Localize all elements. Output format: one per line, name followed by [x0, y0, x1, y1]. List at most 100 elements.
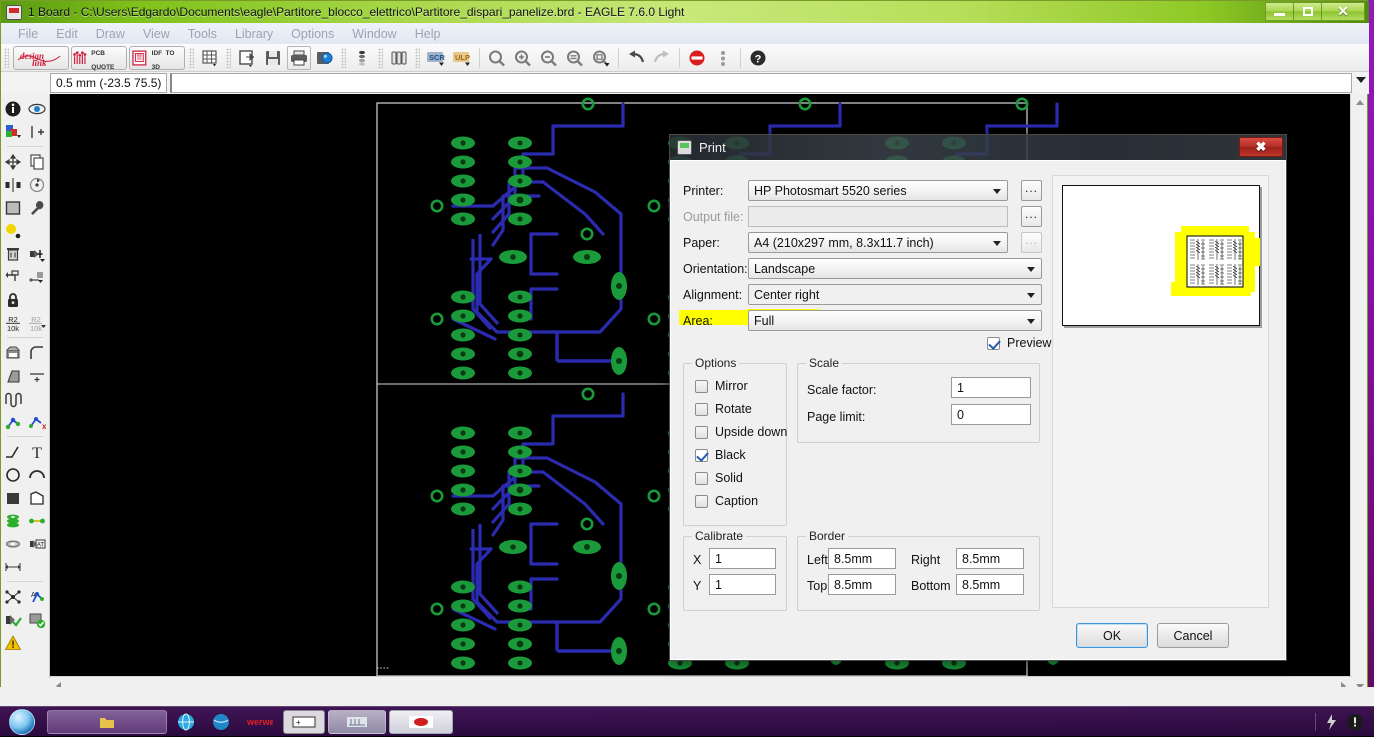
toolbar-grip-2[interactable]: [189, 48, 194, 68]
upside-down-checkbox[interactable]: [695, 426, 708, 439]
ok-button[interactable]: OK: [1076, 623, 1148, 648]
toolbar-grip[interactable]: [4, 48, 9, 68]
scroll-up-arrow[interactable]: [1351, 94, 1368, 111]
erc-tool[interactable]: [2, 609, 24, 630]
calibrate-y-input[interactable]: 1: [709, 574, 776, 595]
solid-checkbox[interactable]: [695, 472, 708, 485]
taskbar-item-6[interactable]: [328, 710, 386, 734]
close-button[interactable]: ✕: [1321, 2, 1365, 21]
area-combobox[interactable]: Full: [748, 310, 1042, 331]
scale-factor-input[interactable]: 1: [951, 377, 1031, 398]
arc-tool[interactable]: [26, 464, 48, 485]
display-tool[interactable]: [2, 121, 24, 142]
border-top-input[interactable]: 8.5mm: [828, 574, 896, 595]
cancel-button[interactable]: Cancel: [1157, 623, 1229, 648]
more-button[interactable]: [711, 46, 735, 70]
help-button[interactable]: ?: [746, 46, 770, 70]
taskbar-item-2[interactable]: [170, 710, 202, 734]
meander-spare[interactable]: [26, 388, 48, 409]
menu-item-options[interactable]: Options: [282, 25, 343, 43]
caption-checkbox[interactable]: [695, 495, 708, 508]
menu-item-window[interactable]: Window: [343, 25, 405, 43]
zoom-select-button[interactable]: [589, 46, 613, 70]
undo-button[interactable]: [624, 46, 648, 70]
open-button[interactable]: [235, 46, 259, 70]
toolbar-grip-5[interactable]: [378, 48, 383, 68]
menu-item-view[interactable]: View: [134, 25, 179, 43]
via-tool[interactable]: [2, 510, 24, 531]
lock-spare[interactable]: [26, 289, 48, 310]
miter-tool[interactable]: [26, 342, 48, 363]
toolbar-grip-6[interactable]: [415, 48, 420, 68]
move-tool[interactable]: [2, 151, 24, 172]
drc-tool[interactable]: [26, 609, 48, 630]
taskbar-item-1[interactable]: [47, 710, 167, 734]
spare-tool[interactable]: [26, 220, 48, 241]
option-black-row[interactable]: Black: [695, 448, 746, 462]
text-tool[interactable]: T: [26, 441, 48, 462]
print-button[interactable]: [287, 46, 311, 70]
dimension-tool[interactable]: [2, 556, 24, 577]
taskbar-item-4[interactable]: werwer: [240, 710, 280, 734]
orientation-combobox[interactable]: Landscape: [748, 258, 1042, 279]
printer-combobox[interactable]: HP Photosmart 5520 series: [748, 180, 1008, 201]
meander-tool[interactable]: [2, 388, 24, 409]
display-layers-button[interactable]: [387, 46, 411, 70]
start-button[interactable]: [0, 707, 44, 737]
page-limit-input[interactable]: 0: [951, 404, 1031, 425]
layer-settings-button[interactable]: [350, 46, 374, 70]
hole-tool[interactable]: [2, 533, 24, 554]
idf-to-3d-button[interactable]: IDF TO 3D: [129, 46, 185, 70]
preview-checkbox[interactable]: [987, 337, 1000, 350]
optimize-tool[interactable]: [26, 365, 48, 386]
signal-tool[interactable]: [26, 510, 48, 531]
mirror-tool[interactable]: [2, 174, 24, 195]
mark-tool[interactable]: [26, 121, 48, 142]
copy-tool[interactable]: [26, 151, 48, 172]
border-left-input[interactable]: 8.5mm: [828, 548, 896, 569]
zoom-out-button[interactable]: [537, 46, 561, 70]
delete-tool[interactable]: [2, 243, 24, 264]
lock-tool[interactable]: [2, 289, 24, 310]
option-mirror-row[interactable]: Mirror: [695, 379, 748, 393]
rotate-checkbox[interactable]: [695, 403, 708, 416]
paper-combobox[interactable]: A4 (210x297 mm, 8.3x11.7 inch): [748, 232, 1008, 253]
stop-button[interactable]: [685, 46, 709, 70]
maximize-button[interactable]: [1293, 2, 1322, 21]
zoom-fit-button[interactable]: [485, 46, 509, 70]
menu-item-file[interactable]: File: [9, 25, 47, 43]
smash-tool[interactable]: [2, 342, 24, 363]
border-bottom-input[interactable]: 8.5mm: [956, 574, 1024, 595]
option-rotate-row[interactable]: Rotate: [695, 402, 752, 416]
ratsnest-tool[interactable]: [2, 586, 24, 607]
taskbar-item-5[interactable]: +: [283, 710, 325, 734]
polygon-tool[interactable]: [26, 487, 48, 508]
print-dialog-close-button[interactable]: ✖: [1239, 137, 1283, 157]
mirror-checkbox[interactable]: [695, 380, 708, 393]
minimize-button[interactable]: [1265, 2, 1294, 21]
errors-tool[interactable]: [2, 632, 24, 653]
option-caption-row[interactable]: Caption: [695, 494, 758, 508]
output-file-input[interactable]: [748, 206, 1008, 227]
redo-button[interactable]: [650, 46, 674, 70]
command-input[interactable]: [170, 73, 1352, 93]
preview-checkbox-row[interactable]: Preview: [987, 336, 1051, 350]
wire-tool[interactable]: [2, 441, 24, 462]
toolbar-grip-4[interactable]: [341, 48, 346, 68]
rect-tool[interactable]: [2, 487, 24, 508]
ripup-tool[interactable]: x: [26, 411, 48, 432]
paper-browse-button[interactable]: ...: [1021, 232, 1042, 253]
black-checkbox[interactable]: [695, 449, 708, 462]
print-preview-button[interactable]: [313, 46, 337, 70]
rotate-tool[interactable]: [26, 174, 48, 195]
replace-tool[interactable]: [2, 266, 24, 287]
menu-item-library[interactable]: Library: [226, 25, 282, 43]
add-tool[interactable]: [26, 243, 48, 264]
paste-tool[interactable]: [2, 220, 24, 241]
printer-browse-button[interactable]: ...: [1021, 180, 1042, 201]
change-tool[interactable]: [26, 197, 48, 218]
grid-button[interactable]: [198, 46, 222, 70]
taskbar-item-7-active[interactable]: [389, 710, 453, 734]
chevron-down-icon[interactable]: [1356, 77, 1366, 83]
taskbar-item-3[interactable]: [205, 710, 237, 734]
